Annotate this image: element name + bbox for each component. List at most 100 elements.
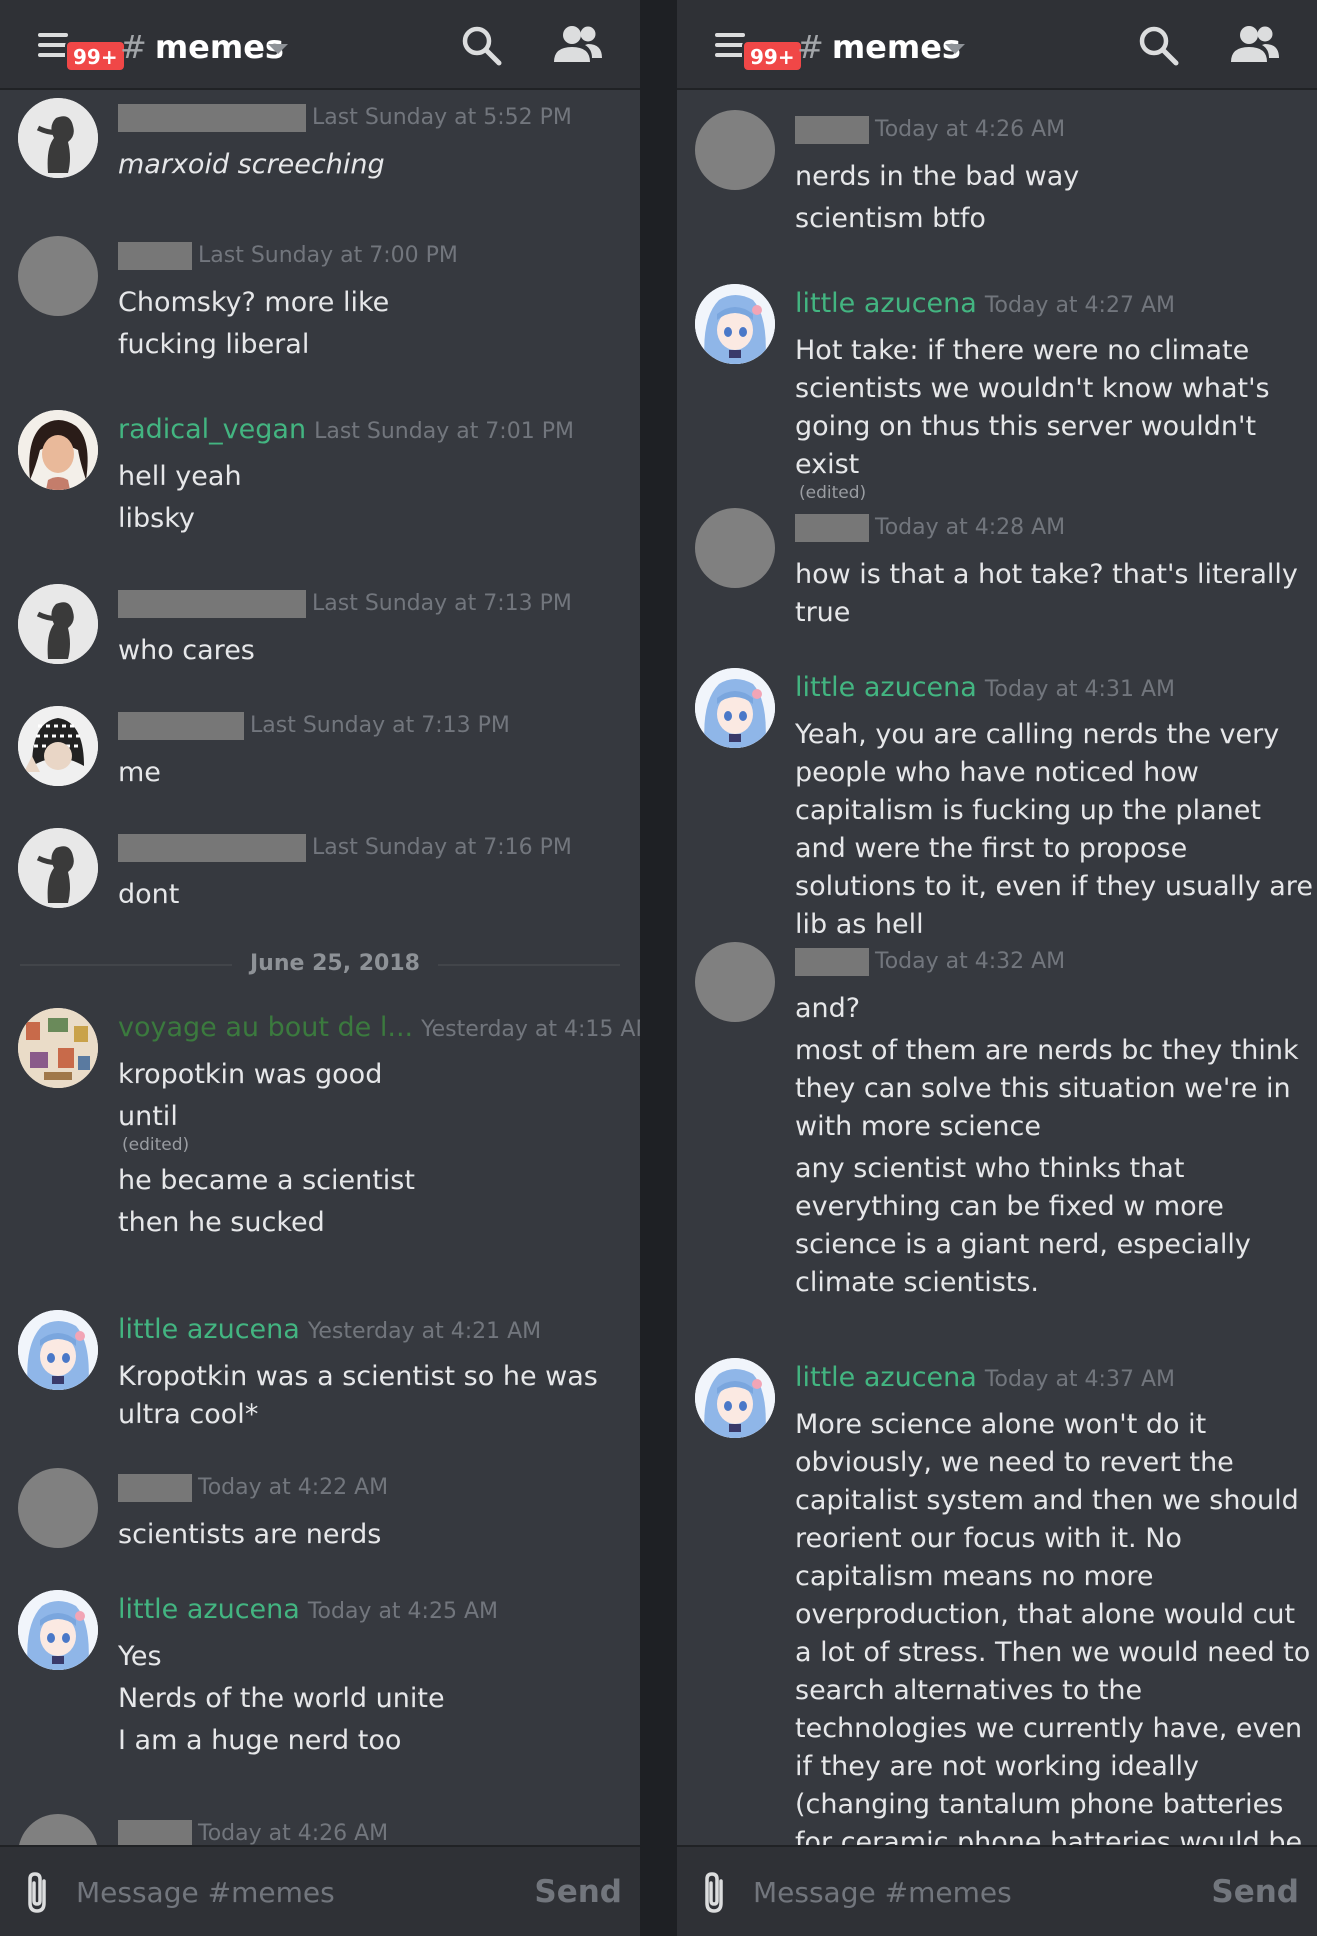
- message-text: then he sucked: [118, 1207, 325, 1238]
- message-text: Yeah, you are calling nerds the very peo…: [795, 719, 1313, 940]
- message-text: any scientist who thinks that everything…: [795, 1153, 1251, 1298]
- avatar[interactable]: [18, 706, 98, 786]
- redacted-username: [118, 103, 306, 132]
- avatar[interactable]: [695, 1358, 775, 1438]
- unread-badge: 99+: [65, 40, 126, 72]
- send-button[interactable]: Send: [1211, 1871, 1299, 1913]
- avatar[interactable]: [18, 1590, 98, 1670]
- redacted-username: [118, 711, 244, 740]
- redacted-username: [118, 1819, 192, 1845]
- avatar[interactable]: [18, 410, 98, 490]
- message-input[interactable]: Message #memes: [76, 1873, 335, 1913]
- hamburger-menu-icon[interactable]: [715, 33, 745, 57]
- redacted-username: [118, 833, 306, 862]
- message-list[interactable]: Today at 4:26 AM nerds in the bad way sc…: [677, 92, 1317, 1845]
- message-text: who cares: [118, 635, 255, 666]
- redacted-username: [795, 513, 869, 542]
- username[interactable]: little azucena: [795, 672, 977, 703]
- avatar[interactable]: [695, 508, 775, 588]
- message-text: hell yeah: [118, 461, 242, 492]
- timestamp: Yesterday at 4:21 AM: [307, 1319, 542, 1344]
- edited-label: (edited): [799, 483, 867, 503]
- avatar[interactable]: [18, 828, 98, 908]
- redacted-username: [118, 241, 192, 270]
- timestamp: Today at 4:31 AM: [984, 677, 1175, 702]
- avatar[interactable]: [18, 236, 98, 316]
- edited-label: (edited): [122, 1135, 190, 1155]
- channel-header: 99+ # memes: [677, 0, 1317, 90]
- avatar[interactable]: [695, 668, 775, 748]
- message-text: fucking liberal: [118, 329, 310, 360]
- username[interactable]: little azucena: [795, 1362, 977, 1393]
- members-icon[interactable]: [1229, 22, 1281, 68]
- avatar[interactable]: [18, 98, 98, 178]
- message-text: until: [118, 1101, 178, 1132]
- avatar[interactable]: [18, 1008, 98, 1088]
- paperclip-icon[interactable]: [22, 1871, 56, 1915]
- avatar[interactable]: [18, 584, 98, 664]
- search-icon[interactable]: [1137, 24, 1181, 68]
- search-icon[interactable]: [460, 24, 504, 68]
- timestamp: Yesterday at 4:15 AM: [421, 1017, 640, 1042]
- message-text: he became a scientist: [118, 1165, 415, 1196]
- message-text: libsky: [118, 503, 195, 534]
- username[interactable]: little azucena: [795, 288, 977, 319]
- timestamp: Today at 4:32 AM: [875, 949, 1066, 974]
- message-text: Kropotkin was a scientist so he was ultr…: [118, 1361, 598, 1430]
- members-icon[interactable]: [552, 22, 604, 68]
- redacted-username: [118, 589, 306, 618]
- left-chat-panel: 99+ # memes Last Sunday at 5:52 PM marxoi…: [0, 0, 640, 1936]
- message-list[interactable]: Last Sunday at 5:52 PM marxoid screechin…: [0, 92, 640, 1845]
- message-text: scientists are nerds: [118, 1519, 382, 1550]
- avatar[interactable]: [695, 284, 775, 364]
- channel-name[interactable]: # memes: [797, 24, 961, 70]
- message-text: how is that a hot take? that's literally…: [795, 559, 1298, 628]
- message-text: Yes: [118, 1641, 162, 1672]
- redacted-username: [118, 1473, 192, 1502]
- chevron-down-icon[interactable]: [945, 44, 965, 54]
- timestamp: Last Sunday at 7:13 PM: [312, 591, 572, 616]
- message-text: More science alone won't do it obviously…: [795, 1409, 1311, 1845]
- timestamp: Today at 4:37 AM: [984, 1367, 1175, 1392]
- username[interactable]: little azucena: [118, 1314, 300, 1345]
- chevron-down-icon[interactable]: [268, 44, 288, 54]
- username[interactable]: radical_vegan: [118, 414, 306, 445]
- hamburger-menu-icon[interactable]: [38, 33, 68, 57]
- message-text: me: [118, 757, 161, 788]
- message-composer: Message #memes Send: [677, 1845, 1317, 1936]
- avatar[interactable]: [18, 1468, 98, 1548]
- paperclip-icon[interactable]: [699, 1871, 733, 1915]
- send-button[interactable]: Send: [534, 1871, 622, 1913]
- message-text: marxoid screeching: [118, 149, 385, 180]
- timestamp: Today at 4:26 AM: [875, 117, 1066, 142]
- timestamp: Today at 4:25 AM: [307, 1599, 498, 1624]
- message-text: nerds in the bad way: [795, 161, 1080, 192]
- timestamp: Today at 4:22 AM: [198, 1475, 389, 1500]
- timestamp: Last Sunday at 7:00 PM: [198, 243, 458, 268]
- avatar[interactable]: [18, 1814, 98, 1845]
- channel-name[interactable]: # memes: [120, 24, 284, 70]
- timestamp: Today at 4:28 AM: [875, 515, 1066, 540]
- avatar[interactable]: [695, 942, 775, 1022]
- message-text: kropotkin was good: [118, 1059, 383, 1090]
- redacted-username: [795, 947, 869, 976]
- timestamp: Last Sunday at 5:52 PM: [312, 105, 572, 130]
- message-text: I am a huge nerd too: [118, 1725, 402, 1756]
- avatar[interactable]: [695, 110, 775, 190]
- message-text: dont: [118, 879, 180, 910]
- timestamp: Last Sunday at 7:01 PM: [314, 419, 574, 444]
- hash-icon: #: [797, 28, 824, 66]
- username[interactable]: little azucena: [118, 1594, 300, 1625]
- date-divider-label: June 25, 2018: [232, 949, 438, 979]
- timestamp: Last Sunday at 7:13 PM: [250, 713, 510, 738]
- message-text: and?: [795, 993, 861, 1024]
- hash-icon: #: [120, 28, 147, 66]
- message-input[interactable]: Message #memes: [753, 1873, 1012, 1913]
- username[interactable]: voyage au bout de l...: [118, 1012, 413, 1043]
- message-text: Chomsky? more like: [118, 287, 390, 318]
- message-text: most of them are nerds bc they think the…: [795, 1035, 1299, 1142]
- avatar[interactable]: [18, 1310, 98, 1390]
- message-text: scientism btfo: [795, 203, 986, 234]
- channel-header: 99+ # memes: [0, 0, 640, 90]
- message-composer: Message #memes Send: [0, 1845, 640, 1936]
